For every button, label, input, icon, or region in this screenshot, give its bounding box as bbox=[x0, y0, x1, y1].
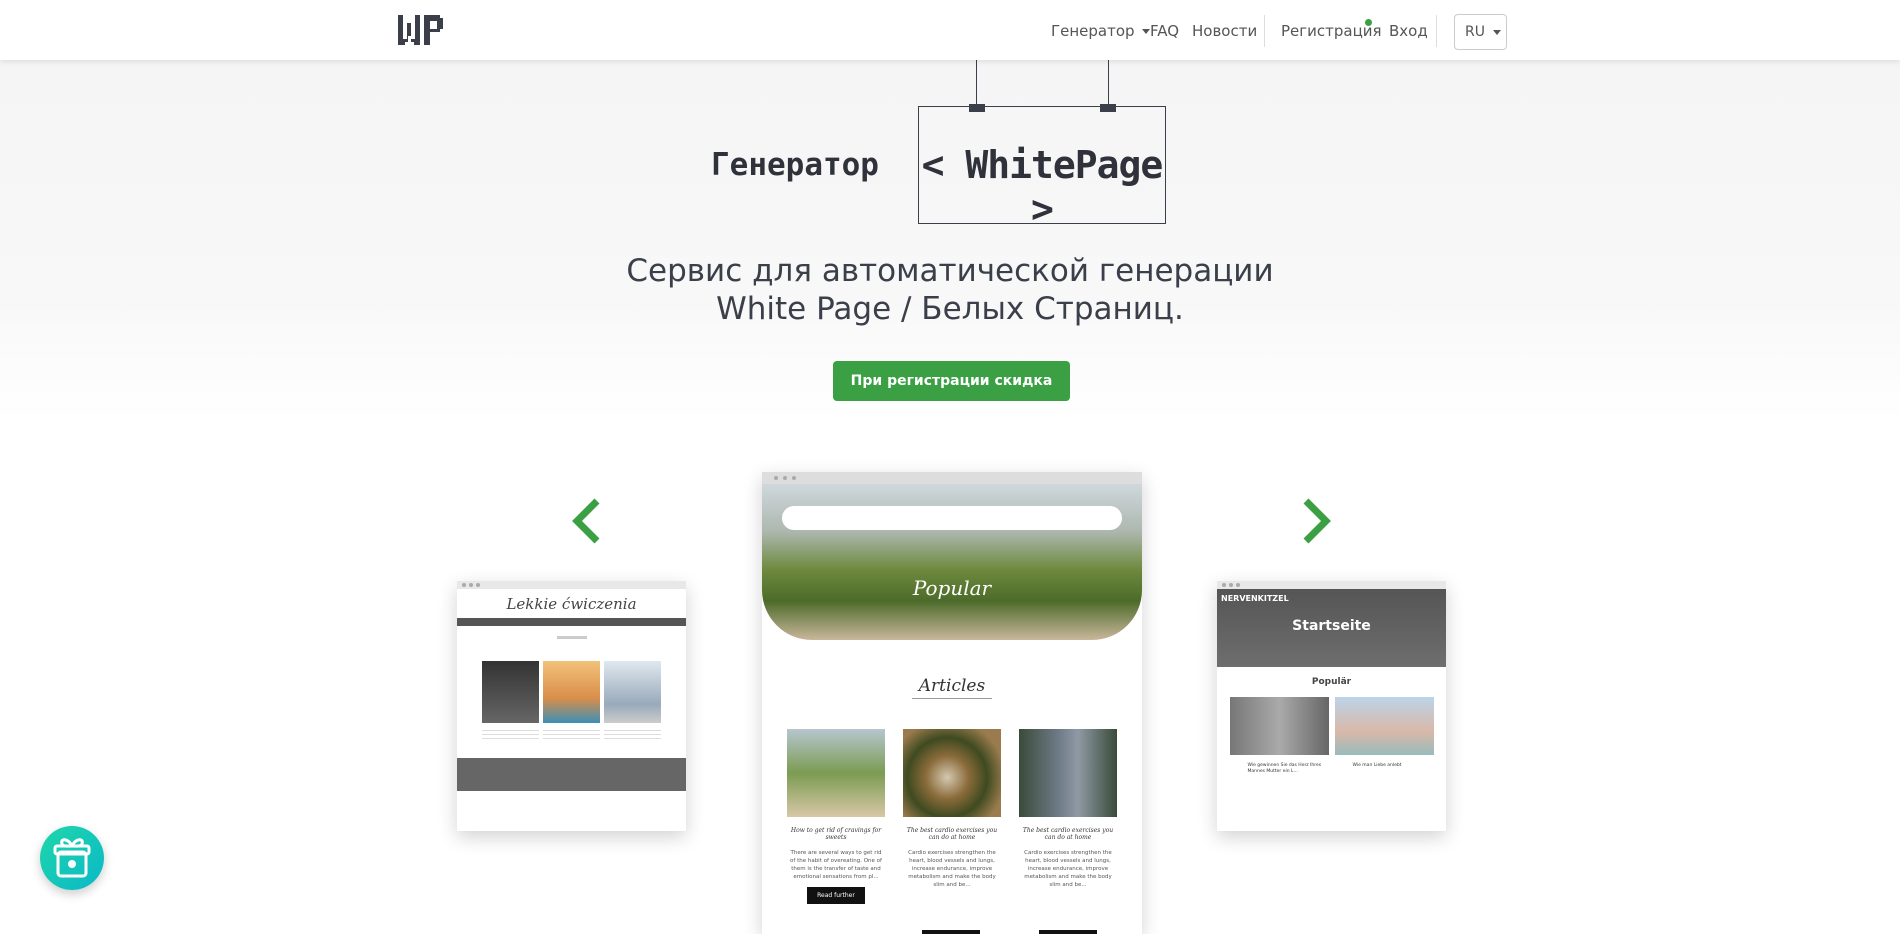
language-value: RU bbox=[1465, 24, 1485, 40]
preview-right-image bbox=[1229, 697, 1329, 755]
template-preview-right[interactable]: NERVENKITZEL Startseite Populär Wie gewi… bbox=[1217, 581, 1446, 831]
preview-left-image bbox=[604, 661, 661, 723]
preview-card-image bbox=[787, 729, 885, 817]
preview-left-title: Lekkie ćwiczenia bbox=[506, 595, 637, 613]
preview-right-card-text: Wie man Liebe anlebt bbox=[1352, 763, 1402, 768]
preview-card: The best cardio exercises you can do at … bbox=[1019, 729, 1117, 904]
nav-divider bbox=[1264, 15, 1265, 47]
subtitle-line-2: White Page / Белых Страниц. bbox=[716, 291, 1184, 327]
nav-faq-link[interactable]: FAQ bbox=[1150, 22, 1179, 40]
notification-dot bbox=[1365, 19, 1372, 26]
preview-right-cards: Wie gewinnen Sie das Herz Ihres Mannes M… bbox=[1217, 697, 1446, 775]
sign-wire-left bbox=[976, 60, 977, 105]
registration-discount-button[interactable]: При регистрации скидка 50% bbox=[833, 361, 1070, 429]
preview-right-hero-title: Startseite bbox=[1292, 618, 1371, 634]
preview-card-text: There are several ways to get rid of the… bbox=[790, 850, 882, 880]
nav-news-link[interactable]: Новости bbox=[1192, 22, 1257, 40]
preview-left-footer bbox=[457, 758, 686, 791]
sign-text: < WhitePage > bbox=[921, 143, 1164, 231]
caret-down-icon bbox=[1492, 29, 1501, 35]
caret-down-icon bbox=[1141, 29, 1150, 34]
whitepage-sign: < WhitePage > bbox=[918, 106, 1166, 231]
preview-card-text: Cardio exercises strengthen the heart, b… bbox=[908, 850, 996, 888]
nav-divider bbox=[1436, 15, 1437, 47]
preview-right-hero: NERVENKITZEL Startseite bbox=[1217, 589, 1446, 667]
preview-card-image bbox=[903, 729, 1001, 817]
generator-heading: Генератор bbox=[711, 147, 879, 183]
preview-right-card: Wie gewinnen Sie das Herz Ihres Mannes M… bbox=[1229, 697, 1329, 775]
chevron-left-icon[interactable] bbox=[567, 496, 607, 546]
preview-left-subtitle bbox=[556, 636, 587, 639]
template-preview-center[interactable]: Popular Articles How to get rid of cravi… bbox=[762, 472, 1142, 934]
nav-generator-label: Генератор bbox=[1051, 22, 1135, 40]
browser-bar bbox=[1217, 581, 1446, 589]
preview-card-button: Read further bbox=[807, 887, 865, 904]
preview-right-section-title: Populär bbox=[1311, 677, 1352, 687]
sign-wire-right bbox=[1108, 60, 1109, 105]
preview-center-hero-text: Popular bbox=[912, 576, 992, 600]
preview-card-title: The best cardio exercises you can do at … bbox=[906, 827, 998, 841]
language-select[interactable]: RU bbox=[1454, 14, 1507, 50]
preview-right-card-text: Wie gewinnen Sie das Herz Ihres Mannes M… bbox=[1247, 763, 1322, 774]
browser-bar bbox=[762, 472, 1142, 484]
preview-card-title: The best cardio exercises you can do at … bbox=[1022, 827, 1114, 841]
preview-card-image bbox=[1019, 729, 1117, 817]
preview-card-text: Cardio exercises strengthen the heart, b… bbox=[1024, 850, 1112, 888]
preview-center-title-underline bbox=[912, 698, 992, 699]
preview-left-captions bbox=[457, 727, 686, 741]
preview-card-buttons bbox=[762, 930, 1142, 934]
nav-login-link[interactable]: Вход bbox=[1389, 22, 1428, 40]
preview-right-image bbox=[1334, 697, 1434, 755]
preview-center-cards: How to get rid of cravings for sweets Th… bbox=[762, 729, 1142, 904]
preview-left-menu bbox=[457, 618, 686, 626]
hero-subtitle: Сервис для автоматической генерации Whit… bbox=[550, 252, 1350, 328]
template-preview-left[interactable]: Lekkie ćwiczenia bbox=[457, 581, 686, 831]
top-navbar: Генератор FAQ Новости Регистрация Вход R… bbox=[0, 0, 1900, 60]
preview-card-title: How to get rid of cravings for sweets bbox=[790, 827, 882, 841]
preview-left-image bbox=[543, 661, 600, 723]
chevron-right-icon[interactable] bbox=[1296, 496, 1336, 546]
browser-bar bbox=[457, 581, 686, 589]
gift-widget-button[interactable] bbox=[40, 826, 104, 890]
preview-right-card: Wie man Liebe anlebt bbox=[1334, 697, 1434, 775]
preview-card: The best cardio exercises you can do at … bbox=[903, 729, 1001, 904]
preview-center-section-title: Articles bbox=[918, 676, 986, 696]
preview-right-brand: NERVENKITZEL bbox=[1221, 594, 1289, 603]
gift-icon bbox=[53, 838, 91, 878]
nav-generator-dropdown[interactable]: Генератор bbox=[1051, 22, 1150, 40]
preview-center-hero: Popular bbox=[762, 484, 1142, 640]
preview-left-image bbox=[482, 661, 539, 723]
preview-card: How to get rid of cravings for sweets Th… bbox=[787, 729, 885, 904]
preview-center-navbar bbox=[782, 506, 1122, 530]
subtitle-line-1: Сервис для автоматической генерации bbox=[626, 253, 1274, 289]
preview-left-cards bbox=[457, 661, 686, 723]
logo-wp[interactable] bbox=[396, 13, 448, 47]
